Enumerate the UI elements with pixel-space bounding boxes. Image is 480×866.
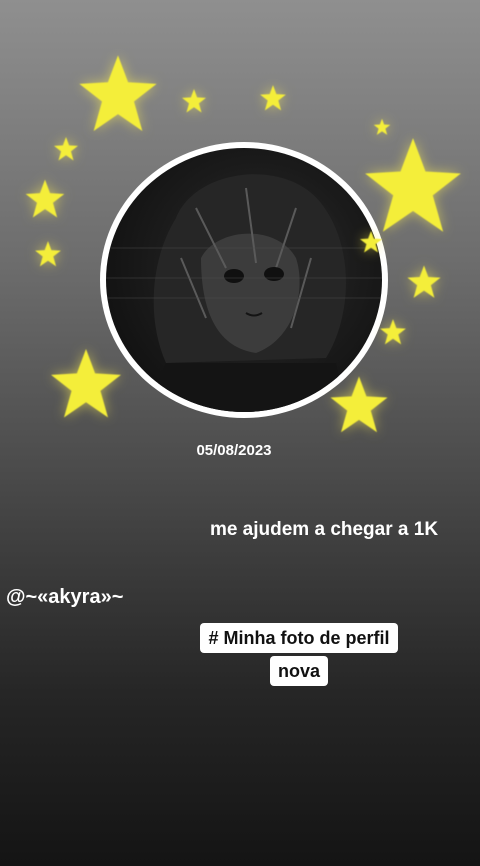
- post-date: 05/08/2023: [196, 442, 272, 459]
- username-mention[interactable]: @~«akyra»~: [6, 586, 123, 609]
- star-icon: [378, 318, 408, 346]
- post-caption: me ajudem a chegar a 1K: [209, 519, 439, 540]
- avatar: [106, 148, 382, 412]
- hashtag-sticker[interactable]: # Minha foto de perfil nova: [184, 622, 414, 688]
- star-icon: [34, 240, 62, 268]
- star-icon: [256, 84, 290, 112]
- star-icon: [52, 136, 80, 162]
- star-icon: [404, 264, 444, 300]
- star-icon: [72, 52, 164, 136]
- star-icon: [24, 178, 66, 220]
- star-icon: [46, 346, 126, 422]
- star-icon: [180, 88, 208, 114]
- star-icon: [326, 374, 392, 436]
- star-icon: [358, 230, 384, 254]
- hashtag-text: # Minha foto de perfil nova: [200, 623, 398, 686]
